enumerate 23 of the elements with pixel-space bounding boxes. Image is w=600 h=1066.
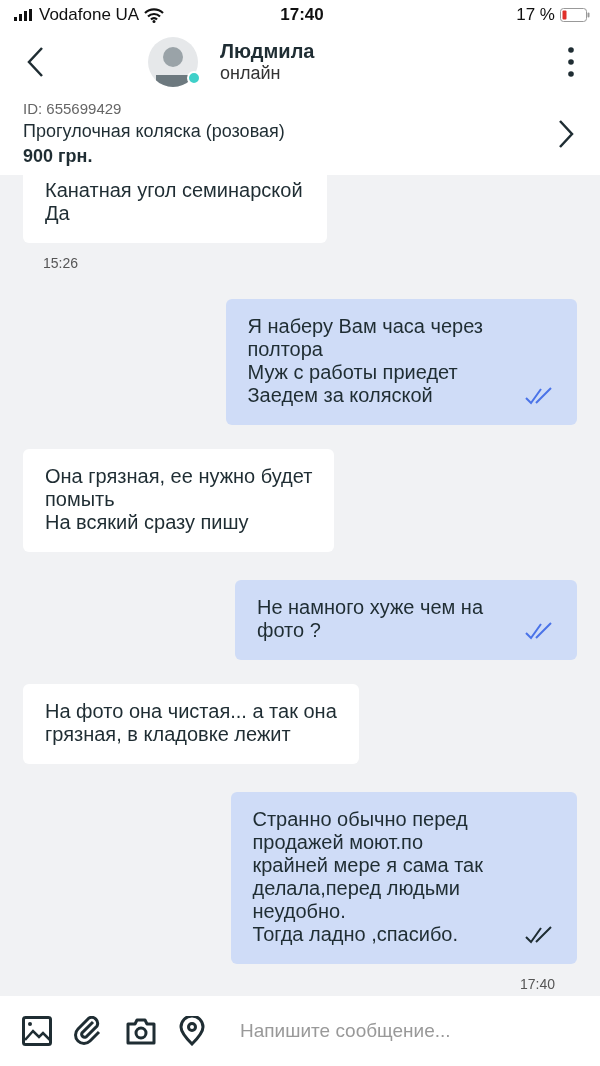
avatar-icon (148, 37, 198, 87)
clock-time: 17:40 (280, 5, 324, 25)
carrier-name: Vodafone UA (39, 5, 140, 25)
contact-name: Людмила (220, 40, 316, 63)
message-time: 15:26 (43, 255, 80, 271)
signal-icon (14, 9, 34, 21)
message-text: Не намного хуже чем на фото ? (256, 596, 483, 642)
contact-status: онлайн (220, 63, 282, 84)
incoming-message: Она грязная, ее нужно будет помыть На всякий сразу пишу (23, 449, 335, 552)
message-time: 17:40 (519, 976, 555, 992)
image-button[interactable] (20, 1014, 54, 1048)
battery-percent: 17 % (516, 5, 555, 25)
message-text: Странно обычно перед продажей моют.по крайней мере я сама так делала,перед людьми неудобно. Тогда ладно ,спасибо. (252, 808, 483, 946)
more-icon (568, 47, 574, 77)
chevron-right-icon (558, 118, 574, 149)
listing-id: ID: 655699429 (23, 100, 123, 117)
incoming-message: Канатная угол семинарской Да (23, 175, 327, 243)
listing-price: 900 грн. (23, 146, 94, 167)
message-text: Я наберу Вам часа через полтора Муж с работы приедет Заедем за коляской (247, 315, 483, 407)
incoming-message: На фото она чистая... а так она грязная, в кладовке лежит (23, 684, 359, 764)
wifi-icon (144, 7, 165, 23)
listing-title: Прогулочная коляска (розовая) (23, 121, 285, 142)
battery-icon (560, 8, 590, 22)
